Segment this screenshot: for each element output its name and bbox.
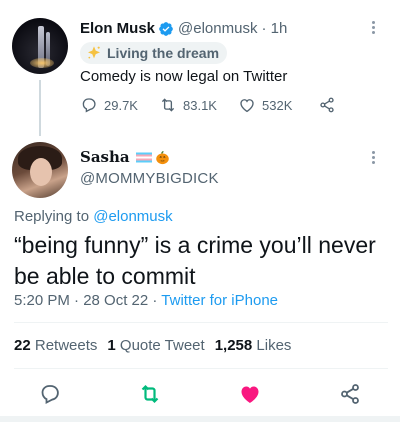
tweet-actions: 29.7K 83.1K 532K — [80, 96, 360, 116]
section-separator — [0, 416, 400, 422]
retweet-icon — [141, 384, 159, 404]
divider — [14, 322, 388, 323]
tweet-source[interactable]: Twitter for iPhone — [161, 292, 278, 309]
more-icon[interactable] — [366, 20, 380, 36]
trans-flag-icon — [135, 152, 152, 162]
reply-button[interactable] — [38, 382, 62, 406]
divider — [14, 368, 388, 369]
reply-icon — [41, 385, 59, 404]
tweet-stats: 22 Retweets 1 Quote Tweet 1,258 Likes — [14, 337, 291, 354]
retweets-stat[interactable]: 22 Retweets — [14, 337, 97, 354]
like-button[interactable] — [238, 382, 262, 406]
likes-stat[interactable]: 1,258 Likes — [215, 337, 292, 354]
badge-label: Living the dream — [107, 45, 220, 61]
avatar[interactable] — [12, 18, 68, 74]
share-button[interactable] — [338, 382, 362, 406]
retweet-count: 83.1K — [183, 97, 217, 113]
like-button[interactable]: 532K — [238, 96, 292, 114]
tweet-timestamp[interactable]: 5:20 PM · 28 Oct 22 · — [14, 292, 161, 309]
author-handle[interactable]: @elonmusk — [178, 20, 257, 37]
tweet-action-bar — [0, 382, 400, 408]
tweet-meta: 5:20 PM · 28 Oct 22 · Twitter for iPhone — [14, 292, 278, 309]
author-name[interactable]: Elon Musk — [80, 20, 155, 37]
retweet-button[interactable]: 83.1K — [159, 96, 217, 114]
reply-button[interactable]: 29.7K — [80, 96, 138, 114]
affiliation-badge[interactable]: Living the dream — [80, 42, 228, 64]
share-icon — [320, 97, 334, 113]
retweet-button[interactable] — [138, 382, 162, 406]
verified-badge-icon — [159, 21, 173, 36]
sparkle-star-icon — [88, 46, 100, 59]
author-name[interactable]: Sasha — [80, 148, 130, 166]
heart-icon — [241, 386, 259, 403]
like-count: 532K — [262, 97, 293, 113]
pumpkin-icon — [155, 150, 169, 164]
more-icon[interactable] — [366, 150, 380, 166]
tweet-time[interactable]: · 1h — [261, 20, 287, 37]
replying-prefix: Replying to — [14, 208, 94, 225]
heart-icon — [240, 99, 254, 113]
reply-count: 29.7K — [104, 97, 138, 113]
share-button[interactable] — [318, 96, 342, 114]
quotes-stat[interactable]: 1 Quote Tweet — [107, 337, 204, 354]
replying-to: Replying to @elonmusk — [14, 208, 173, 225]
retweet-icon — [161, 98, 175, 112]
replying-handle-link[interactable]: @elonmusk — [93, 208, 172, 225]
reply-icon — [82, 98, 96, 113]
parent-tweet[interactable]: Elon Musk @elonmusk · 1h Living the drea… — [0, 0, 400, 136]
tweet-header: Sasha — [80, 148, 170, 166]
tweet-text: “being funny” is a crime you’ll never be… — [14, 232, 376, 289]
thread-connector — [39, 80, 41, 136]
share-icon — [341, 384, 359, 404]
author-handle[interactable]: @MOMMYBIGDICK — [80, 170, 219, 187]
tweet-header: Elon Musk @elonmusk · 1h — [80, 20, 287, 37]
avatar[interactable] — [12, 142, 68, 198]
tweet-text: Comedy is now legal on Twitter — [80, 68, 288, 85]
